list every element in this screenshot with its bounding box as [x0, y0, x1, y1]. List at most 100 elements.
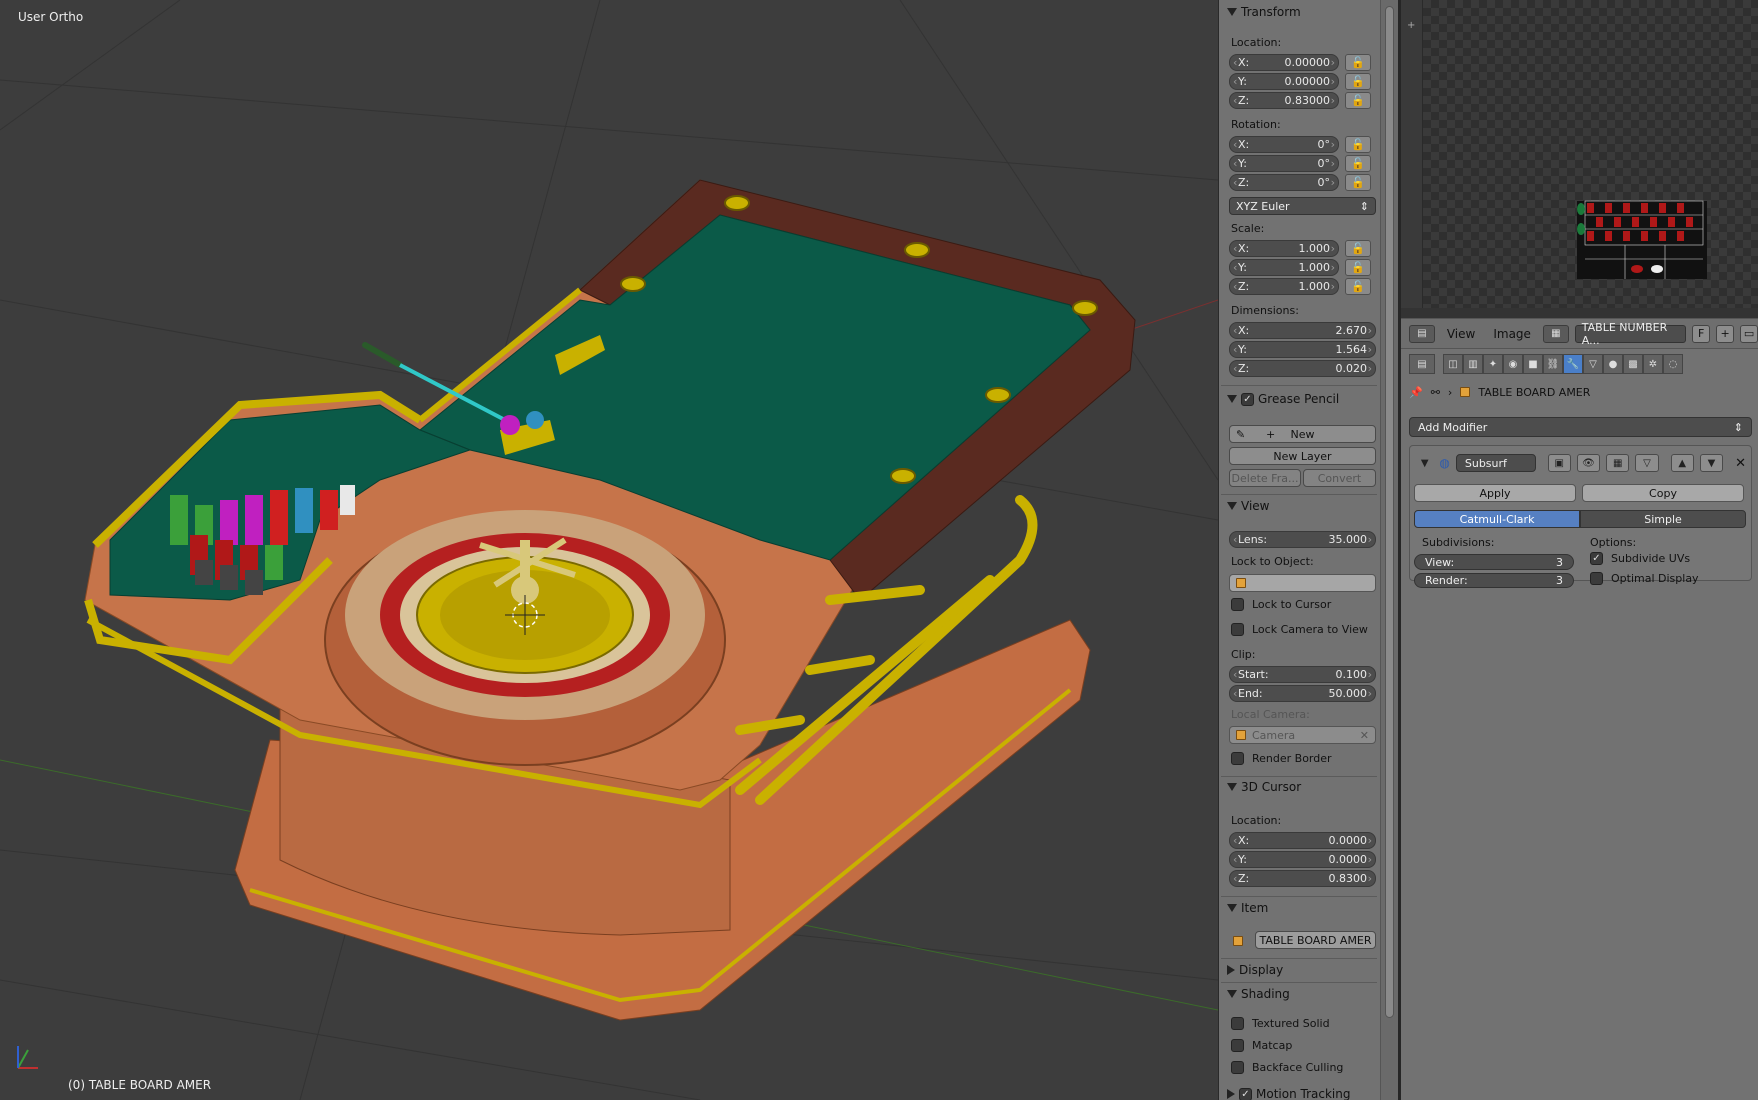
scrollbar-thumb[interactable] [1385, 6, 1394, 1018]
new-image-plus-icon[interactable]: + [1716, 324, 1735, 343]
dimensions-y-field[interactable]: Y: 1.564 [1229, 341, 1376, 358]
shelf-scrollbar[interactable] [1380, 0, 1398, 1100]
move-down-icon[interactable]: ▼ [1699, 454, 1724, 472]
checkbox-checked-icon[interactable]: ✓ [1239, 1087, 1252, 1100]
object-name-field[interactable]: TABLE BOARD AMER [1255, 931, 1376, 949]
remove-modifier-close-icon[interactable]: ✕ [1735, 456, 1746, 471]
clip-label: Clip: [1231, 648, 1256, 661]
editmode-icon[interactable]: ▦ [1606, 454, 1630, 472]
location-z-field[interactable]: Z: 0.83000 [1229, 92, 1339, 109]
dimensions-x-field[interactable]: X: 2.670 [1229, 322, 1376, 339]
grease-pencil-new-button[interactable]: ✎ + New [1229, 425, 1376, 443]
image-browse-icon[interactable]: ▦ [1542, 324, 1569, 343]
data-tab-icon[interactable]: ▽ [1583, 354, 1603, 374]
image-name-field[interactable]: TABLE NUMBER A... [1574, 321, 1687, 347]
catmull-clark-toggle[interactable]: Catmull-Clark [1414, 510, 1580, 528]
object-tab-icon[interactable]: ■ [1523, 354, 1543, 374]
viewport-eye-icon[interactable]: 👁 [1576, 454, 1601, 472]
lock-icon[interactable]: 🔓 [1345, 54, 1371, 71]
lock-to-cursor-checkbox[interactable]: Lock to Cursor [1231, 598, 1331, 611]
material-tab-icon[interactable]: ● [1603, 354, 1623, 374]
editor-type-icon[interactable]: ▤ [1409, 354, 1435, 374]
physics-tab-icon[interactable]: ◌ [1663, 354, 1683, 374]
lock-icon[interactable]: 🔓 [1345, 92, 1371, 109]
scale-x-field[interactable]: X: 1.000 [1229, 240, 1339, 257]
constraints-tab-icon[interactable]: ⛓ [1543, 354, 1563, 374]
move-up-icon[interactable]: ▲ [1670, 454, 1694, 472]
image-canvas[interactable] [1423, 0, 1758, 308]
cursor-x-field[interactable]: X: 0.0000 [1229, 832, 1376, 849]
render-toggle-icon[interactable]: ▣ [1547, 454, 1571, 472]
textured-solid-checkbox[interactable]: Textured Solid [1231, 1017, 1330, 1030]
lock-icon[interactable]: 🔓 [1345, 136, 1371, 153]
image-editor[interactable]: + [1401, 0, 1758, 318]
apply-button[interactable]: Apply [1414, 484, 1576, 502]
convert-button[interactable]: Convert [1303, 469, 1376, 487]
rotation-x-field[interactable]: X: 0° [1229, 136, 1339, 153]
lock-icon[interactable]: 🔓 [1345, 73, 1371, 90]
lock-camera-to-view-checkbox[interactable]: Lock Camera to View [1231, 623, 1368, 636]
on-cage-icon[interactable]: ▽ [1635, 454, 1659, 472]
render-border-checkbox[interactable]: Render Border [1231, 752, 1332, 765]
local-camera-field[interactable]: Camera ✕ [1229, 726, 1376, 744]
render-levels-field[interactable]: Render: 3 [1414, 573, 1574, 588]
lock-to-object-field[interactable] [1229, 574, 1376, 592]
location-x-field[interactable]: X: 0.00000 [1229, 54, 1339, 71]
scale-z-field[interactable]: Z: 1.000 [1229, 278, 1339, 295]
transform-panel-header[interactable]: Transform [1227, 3, 1301, 21]
render-tab-icon[interactable]: ◫ [1443, 354, 1463, 374]
backface-culling-checkbox[interactable]: Backface Culling [1231, 1061, 1343, 1074]
view-panel-header[interactable]: View [1227, 497, 1269, 515]
rotation-mode-select[interactable]: XYZ Euler ⇕ [1229, 197, 1376, 215]
menu-image[interactable]: Image [1487, 327, 1537, 341]
optimal-display-checkbox[interactable]: Optimal Display [1590, 572, 1699, 585]
delete-frame-button[interactable]: Delete Fra... [1229, 469, 1301, 487]
pin-icon[interactable]: 📌 [1409, 386, 1423, 399]
checkbox-checked-icon[interactable]: ✓ [1241, 392, 1254, 406]
plus-icon[interactable]: + [1407, 20, 1415, 31]
scale-y-field[interactable]: Y: 1.000 [1229, 259, 1339, 276]
texture-tab-icon[interactable]: ▩ [1623, 354, 1643, 374]
lens-field[interactable]: Lens: 35.000 [1229, 531, 1376, 548]
clip-end-field[interactable]: End: 50.000 [1229, 685, 1376, 702]
fake-user-button[interactable]: F [1692, 324, 1711, 343]
particles-tab-icon[interactable]: ✲ [1643, 354, 1663, 374]
rotation-z-field[interactable]: Z: 0° [1229, 174, 1339, 191]
motion-tracking-panel-header[interactable]: ✓ Motion Tracking [1227, 1085, 1350, 1100]
lock-icon[interactable]: 🔓 [1345, 240, 1371, 257]
cursor-z-field[interactable]: Z: 0.8300 [1229, 870, 1376, 887]
add-modifier-dropdown[interactable]: Add Modifier ⇕ [1409, 417, 1752, 437]
axis-label: Y: [1238, 157, 1247, 170]
lock-icon[interactable]: 🔓 [1345, 259, 1371, 276]
rotation-y-field[interactable]: Y: 0° [1229, 155, 1339, 172]
matcap-checkbox[interactable]: Matcap [1231, 1039, 1292, 1052]
shading-panel-header[interactable]: Shading [1227, 985, 1290, 1003]
subdivide-uvs-checkbox[interactable]: ✓ Subdivide UVs [1590, 552, 1690, 565]
new-layer-button[interactable]: New Layer [1229, 447, 1376, 465]
simple-toggle[interactable]: Simple [1580, 510, 1746, 528]
dimensions-z-field[interactable]: Z: 0.020 [1229, 360, 1376, 377]
view-levels-field[interactable]: View: 3 [1414, 554, 1574, 570]
modifier-name-field[interactable]: Subsurf [1455, 454, 1536, 472]
open-folder-icon[interactable]: ▭ [1740, 324, 1758, 343]
editor-type-icon[interactable]: ▤ [1409, 324, 1435, 343]
menu-view[interactable]: View [1441, 327, 1481, 341]
clear-x-icon[interactable]: ✕ [1360, 729, 1369, 742]
3d-viewport[interactable]: User Ortho (0) TABLE BOARD AMER [0, 0, 1218, 1100]
display-panel-header[interactable]: Display [1227, 961, 1283, 979]
item-panel-header[interactable]: Item [1227, 899, 1268, 917]
lock-icon[interactable]: 🔓 [1345, 174, 1371, 191]
lock-icon[interactable]: 🔓 [1345, 155, 1371, 172]
modifiers-tab-icon[interactable]: 🔧 [1563, 354, 1583, 374]
render-layers-tab-icon[interactable]: ▥ [1463, 354, 1483, 374]
3d-cursor-panel-header[interactable]: 3D Cursor [1227, 778, 1301, 796]
world-tab-icon[interactable]: ◉ [1503, 354, 1523, 374]
grease-pencil-panel-header[interactable]: ✓ Grease Pencil [1227, 390, 1339, 408]
clip-start-field[interactable]: Start: 0.100 [1229, 666, 1376, 683]
scene-tab-icon[interactable]: ✦ [1483, 354, 1503, 374]
cursor-y-field[interactable]: Y: 0.0000 [1229, 851, 1376, 868]
chevron-down-icon[interactable]: ▼ [1416, 458, 1433, 469]
location-y-field[interactable]: Y: 0.00000 [1229, 73, 1339, 90]
lock-icon[interactable]: 🔓 [1345, 278, 1371, 295]
copy-button[interactable]: Copy [1582, 484, 1744, 502]
